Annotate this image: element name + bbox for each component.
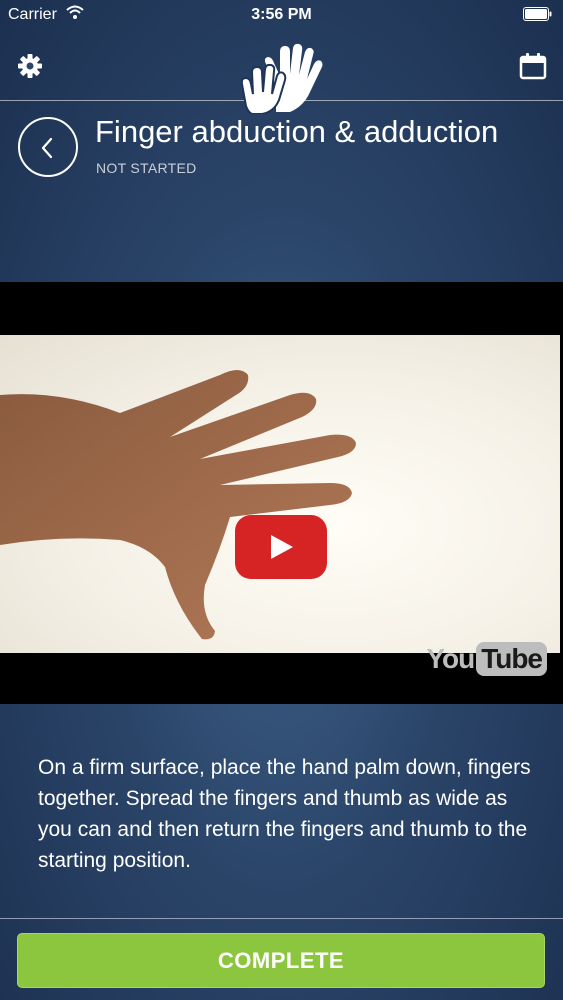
play-button[interactable] (235, 515, 327, 579)
exercise-description: On a firm surface, place the hand palm d… (38, 756, 531, 872)
youtube-logo[interactable]: You Tube (426, 642, 547, 676)
youtube-logo-tube: Tube (476, 642, 547, 676)
status-bar: Carrier 3:56 PM (0, 0, 563, 30)
video-player[interactable]: You Tube (0, 282, 563, 704)
clock: 3:56 PM (251, 6, 312, 23)
battery-icon (523, 7, 553, 26)
chevron-left-icon (41, 137, 53, 159)
hand-thumbnail-image (0, 370, 356, 640)
complete-button[interactable]: COMPLETE (17, 933, 545, 988)
calendar-icon[interactable] (519, 52, 547, 80)
play-icon (271, 535, 293, 559)
exercise-status: NOT STARTED (96, 160, 197, 176)
video-thumbnail[interactable] (0, 335, 560, 653)
back-button[interactable] (18, 117, 78, 177)
exercise-title: Finger abduction & adduction (95, 114, 499, 149)
youtube-logo-you: You (426, 643, 475, 674)
footer-divider (0, 918, 563, 919)
gear-icon[interactable] (16, 52, 44, 80)
navigation-bar (0, 30, 563, 115)
exercise-header: Finger abduction & adduction NOT STARTED (0, 100, 563, 282)
